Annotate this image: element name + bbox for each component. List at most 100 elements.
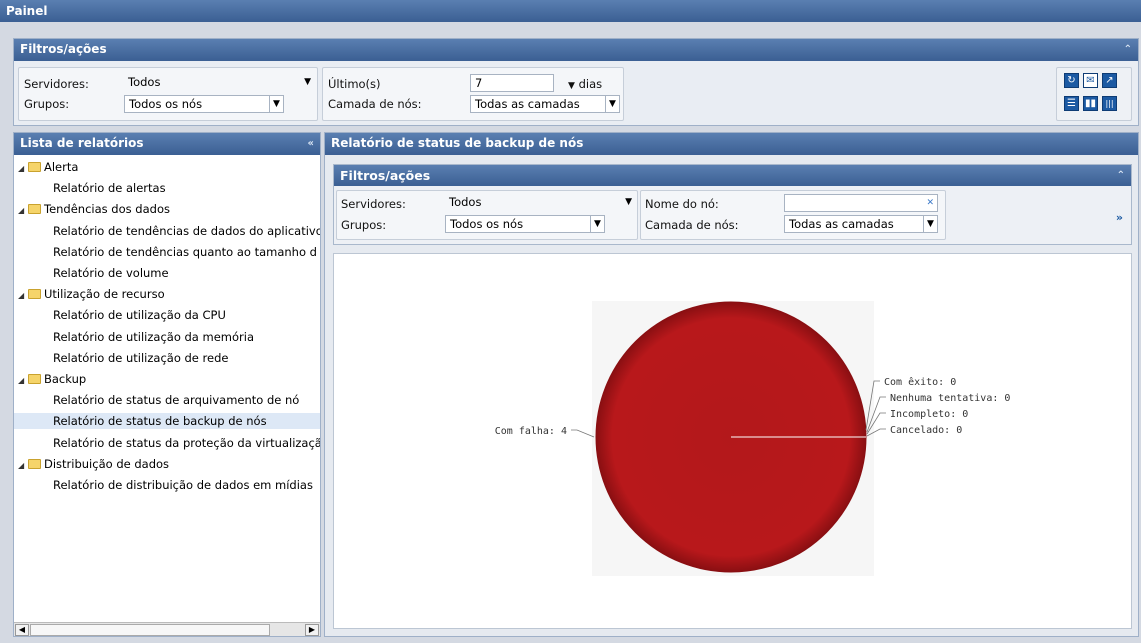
email-icon[interactable]: ✉ bbox=[1083, 73, 1098, 88]
groups-select[interactable]: Todos os nós ▼ bbox=[124, 95, 284, 113]
folder-icon bbox=[28, 289, 41, 300]
tree-category-label: Alerta bbox=[44, 160, 79, 174]
pie-label-leader bbox=[571, 429, 595, 438]
chevron-down-icon: ▼ bbox=[605, 96, 619, 112]
chevron-down-icon: ▼ bbox=[923, 216, 937, 232]
tree-category[interactable]: ◢ Tendências dos dados bbox=[18, 201, 170, 219]
report-list-panel: Lista de relatórios « ◢ Alerta Relatório d… bbox=[13, 132, 321, 637]
tree-report-item[interactable]: Relatório de utilização da memória bbox=[14, 329, 320, 345]
server-filter-group: Servidores: Todos ▼ Grupos: Todos os nós… bbox=[18, 67, 318, 121]
tree-report-label: Relatório de utilização da memória bbox=[53, 329, 254, 344]
tree-category[interactable]: ◢ Distribuição de dados bbox=[18, 456, 169, 474]
tier-select-value: Todas as camadas bbox=[475, 97, 580, 111]
report-tier-value: Todas as camadas bbox=[789, 217, 894, 231]
expand-triangle-icon[interactable]: ◢ bbox=[18, 373, 28, 389]
tree-report-item[interactable]: Relatório de tendências quanto ao tamanh… bbox=[14, 244, 320, 260]
days-unit-select[interactable]: ▼ dias bbox=[568, 77, 602, 91]
tree-report-item[interactable]: Relatório de distribuição de dados em mí… bbox=[14, 477, 320, 493]
chevron-down-icon: ▼ bbox=[304, 77, 311, 87]
chevron-down-icon: ▼ bbox=[590, 216, 604, 232]
layout-three-columns-icon[interactable]: ||| bbox=[1102, 96, 1117, 111]
report-tier-label: Camada de nós: bbox=[645, 218, 739, 232]
tree-report-label: Relatório de volume bbox=[53, 266, 169, 280]
report-server-filter-group: Servidores: Todos ▼ Grupos: Todos os nós… bbox=[336, 190, 638, 240]
servers-select-value: Todos bbox=[128, 75, 161, 89]
clear-icon[interactable]: ✕ bbox=[926, 195, 934, 211]
collapse-up-icon[interactable]: ⌃ bbox=[1117, 165, 1125, 186]
tree-report-item[interactable]: Relatório de utilização de rede bbox=[14, 350, 320, 366]
report-filters-header[interactable]: Filtros/ações ⌃ bbox=[334, 165, 1131, 186]
tree-category-label: Utilização de recurso bbox=[44, 287, 165, 302]
tree-category-label: Tendências dos dados bbox=[44, 202, 170, 217]
folder-icon bbox=[28, 162, 41, 172]
pie-slice-label: Incompleto: 0 bbox=[890, 409, 968, 420]
tree-report-item[interactable]: Relatório de status da proteção da virtu… bbox=[14, 435, 320, 451]
tree-report-item[interactable]: Relatório de status de arquivamento de n… bbox=[14, 392, 320, 408]
chevron-down-icon: ▼ bbox=[568, 81, 575, 91]
page-title: Painel bbox=[6, 4, 48, 18]
tree-report-label: Relatório de tendências de dados do apli… bbox=[53, 223, 320, 238]
expand-triangle-icon[interactable]: ◢ bbox=[18, 288, 28, 304]
export-icon[interactable]: ↗ bbox=[1102, 73, 1117, 88]
expand-triangle-icon[interactable]: ◢ bbox=[18, 203, 28, 219]
collapse-left-icon[interactable]: « bbox=[308, 133, 314, 154]
pie-slice-label: Com êxito: 0 bbox=[884, 376, 956, 388]
report-groups-select[interactable]: Todos os nós ▼ bbox=[445, 215, 605, 233]
expand-more-icon[interactable]: » bbox=[1116, 211, 1123, 224]
folder-icon bbox=[28, 458, 41, 469]
tree-report-label: Relatório de alertas bbox=[53, 181, 166, 196]
scroll-left-icon[interactable]: ◀ bbox=[15, 624, 29, 636]
report-title: Relatório de status de backup de nós bbox=[331, 136, 584, 150]
last-label: Último(s) bbox=[328, 77, 381, 91]
tier-select[interactable]: Todas as camadas ▼ bbox=[470, 95, 620, 113]
tree-report-item[interactable]: Relatório de volume bbox=[14, 265, 320, 281]
layout-two-columns-icon[interactable]: ▮▮ bbox=[1083, 96, 1098, 111]
tree-report-label: Relatório de status de arquivamento de n… bbox=[53, 393, 300, 408]
servers-select[interactable]: Todos ▼ bbox=[124, 74, 314, 92]
toolbar-group: ↻ ✉ ↗ ☰ ▮▮ ||| bbox=[1056, 67, 1132, 121]
tree-category-label: Distribuição de dados bbox=[44, 456, 170, 471]
last-days-value: 7 bbox=[475, 76, 483, 90]
report-header: Relatório de status de backup de nós bbox=[325, 133, 1138, 155]
groups-select-value: Todos os nós bbox=[129, 97, 203, 111]
scroll-right-icon[interactable]: ▶ bbox=[305, 624, 319, 636]
folder-icon bbox=[28, 204, 41, 215]
node-name-input[interactable]: ✕ bbox=[784, 194, 938, 212]
page-title-bar: Painel bbox=[0, 0, 1141, 22]
tree-report-item[interactable]: Relatório de alertas bbox=[14, 180, 320, 196]
pie-slice-label: Nenhuma tentativa: 0 bbox=[890, 393, 1010, 404]
pie-slice-label: Cancelado: 0 bbox=[890, 425, 962, 436]
groups-label: Grupos: bbox=[24, 97, 70, 111]
period-filter-group: Último(s) 7 ▼ dias Camada de nós: Todas … bbox=[322, 67, 624, 121]
servers-label: Servidores: bbox=[24, 77, 89, 91]
report-servers-value: Todos bbox=[449, 195, 482, 209]
refresh-icon[interactable]: ↻ bbox=[1064, 73, 1079, 88]
pie-slice-label: Com falha: 4 bbox=[495, 426, 567, 437]
report-filters-panel: Filtros/ações ⌃ Servidores: Todos ▼ Grup… bbox=[333, 164, 1132, 245]
folder-icon bbox=[28, 374, 41, 384]
report-servers-select[interactable]: Todos ▼ bbox=[445, 194, 635, 212]
report-tier-select[interactable]: Todas as camadas ▼ bbox=[784, 215, 938, 233]
expand-triangle-icon[interactable]: ◢ bbox=[18, 161, 28, 177]
node-name-label: Nome do nó: bbox=[645, 197, 719, 211]
last-days-input[interactable]: 7 bbox=[470, 74, 554, 92]
tree-report-item[interactable]: Relatório de tendências de dados do apli… bbox=[14, 223, 320, 239]
tree-report-item[interactable]: Relatório de status de backup de nós bbox=[14, 413, 320, 430]
top-filters-panel: Filtros/ações ⌃ Servidores: Todos ▼ Grup… bbox=[13, 38, 1139, 126]
tree-category-label: Backup bbox=[44, 372, 87, 386]
horizontal-scrollbar[interactable]: ◀ ▶ bbox=[14, 622, 320, 636]
scrollbar-thumb[interactable] bbox=[30, 624, 270, 636]
collapse-up-icon[interactable]: ⌃ bbox=[1124, 39, 1132, 60]
report-groups-label: Grupos: bbox=[341, 218, 387, 232]
chart-container: Com falha: 4 Com êxito: 0 Nenhuma tentativ… bbox=[333, 253, 1132, 629]
tree-category[interactable]: ◢ Utilização de recurso bbox=[18, 286, 165, 304]
tree-category[interactable]: ◢ Backup bbox=[18, 371, 86, 389]
tree-category[interactable]: ◢ Alerta bbox=[18, 159, 78, 177]
tree-report-label: Relatório de utilização da CPU bbox=[53, 308, 226, 323]
tree-report-item[interactable]: Relatório de utilização da CPU bbox=[14, 307, 320, 323]
layout-single-icon[interactable]: ☰ bbox=[1064, 96, 1079, 111]
expand-triangle-icon[interactable]: ◢ bbox=[18, 458, 28, 474]
report-node-filter-group: Nome do nó: ✕ Camada de nós: Todas as ca… bbox=[640, 190, 946, 240]
tree-report-label: Relatório de status da proteção da virtu… bbox=[53, 435, 320, 450]
top-filters-header[interactable]: Filtros/ações ⌃ bbox=[14, 39, 1138, 61]
